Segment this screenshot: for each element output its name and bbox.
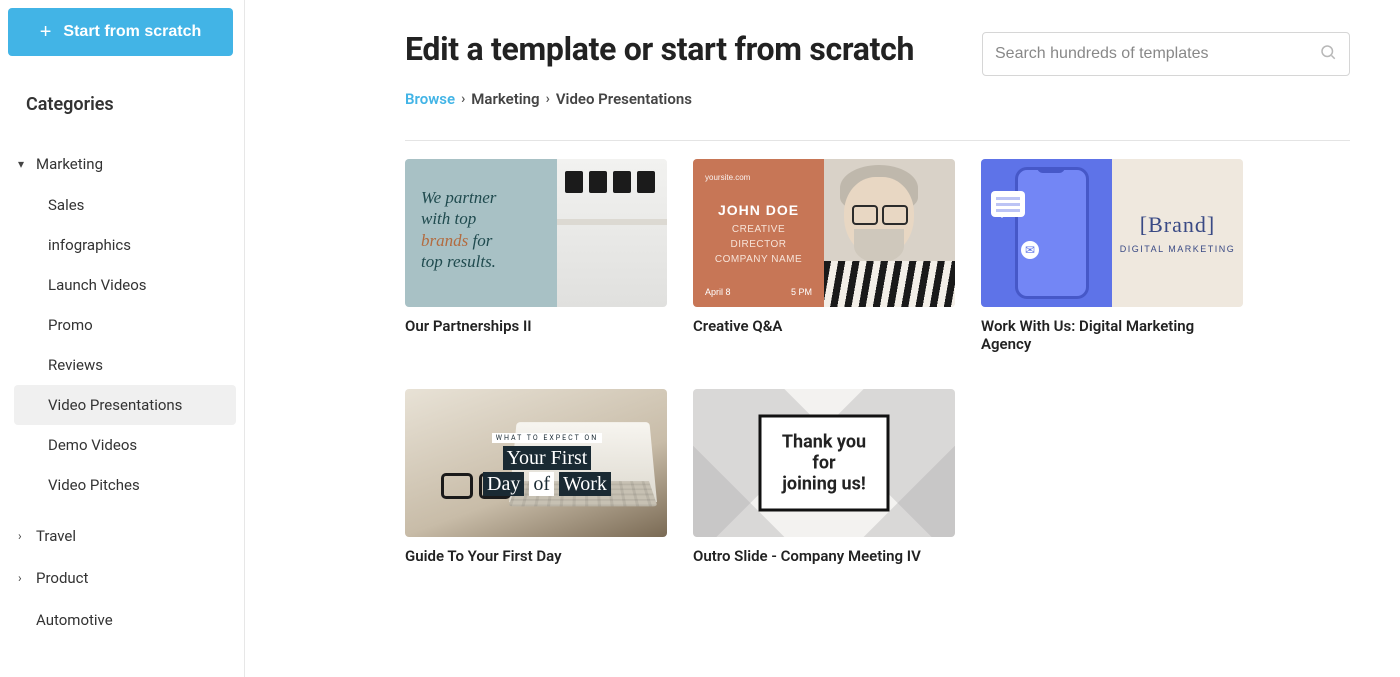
plus-icon: +: [40, 22, 52, 42]
template-title: Creative Q&A: [693, 317, 955, 335]
divider: [405, 140, 1350, 141]
category-label: Travel: [36, 527, 76, 545]
sidebar: + Start from scratch Categories ▾ Market…: [0, 0, 245, 677]
subcategory-video-pitches[interactable]: Video Pitches: [14, 465, 236, 505]
marketing-subcategories: Sales infographics Launch Videos Promo R…: [8, 185, 236, 505]
search-field-wrap[interactable]: [982, 32, 1350, 76]
breadcrumb-browse[interactable]: Browse: [405, 90, 455, 108]
header-row: Edit a template or start from scratch: [405, 30, 1350, 76]
chevron-right-icon: ›: [546, 91, 550, 107]
template-thumbnail: ✉ [Brand] DIGITAL MARKETING: [981, 159, 1243, 307]
category-label: Marketing: [36, 155, 103, 173]
subcategory-promo[interactable]: Promo: [14, 305, 236, 345]
template-title: Our Partnerships II: [405, 317, 667, 335]
page-title: Edit a template or start from scratch: [405, 30, 914, 68]
breadcrumb-marketing[interactable]: Marketing: [471, 90, 539, 108]
chevron-down-icon: ▾: [18, 157, 36, 171]
template-title: Work With Us: Digital Marketing Agency: [981, 317, 1243, 353]
breadcrumb: Browse › Marketing › Video Presentations: [405, 90, 1350, 108]
chevron-right-icon: ›: [18, 529, 36, 543]
categories-heading: Categories: [8, 86, 236, 123]
main-content: Edit a template or start from scratch Br…: [245, 0, 1400, 677]
template-title: Guide To Your First Day: [405, 547, 667, 565]
template-card[interactable]: ✉ [Brand] DIGITAL MARKETING Work With Us…: [981, 159, 1243, 353]
start-from-scratch-button[interactable]: + Start from scratch: [8, 8, 233, 56]
template-thumbnail: Thank you for joining us!: [693, 389, 955, 537]
search-input[interactable]: [995, 45, 1319, 63]
breadcrumb-current: Video Presentations: [556, 90, 692, 108]
template-thumbnail: yoursite.com JOHN DOE CREATIVE DIRECTOR …: [693, 159, 955, 307]
template-grid: We partner with top brands for top resul…: [405, 159, 1350, 565]
category-travel[interactable]: › Travel: [8, 515, 236, 557]
subcategory-video-presentations[interactable]: Video Presentations: [14, 385, 236, 425]
category-marketing[interactable]: ▾ Marketing: [8, 143, 236, 185]
category-automotive[interactable]: › Automotive: [8, 599, 236, 641]
chevron-right-icon: ›: [461, 91, 465, 107]
category-label: Automotive: [36, 611, 113, 629]
subcategory-reviews[interactable]: Reviews: [14, 345, 236, 385]
subcategory-sales[interactable]: Sales: [14, 185, 236, 225]
template-card[interactable]: WHAT TO EXPECT ON Your First Day of Work…: [405, 389, 667, 565]
template-card[interactable]: We partner with top brands for top resul…: [405, 159, 667, 353]
template-card[interactable]: yoursite.com JOHN DOE CREATIVE DIRECTOR …: [693, 159, 955, 353]
template-title: Outro Slide - Company Meeting IV: [693, 547, 955, 565]
template-thumbnail: We partner with top brands for top resul…: [405, 159, 667, 307]
subcategory-infographics[interactable]: infographics: [14, 225, 236, 265]
chevron-right-icon: ›: [18, 571, 36, 585]
search-icon: [1319, 43, 1337, 65]
category-product[interactable]: › Product: [8, 557, 236, 599]
template-thumbnail: WHAT TO EXPECT ON Your First Day of Work: [405, 389, 667, 537]
subcategory-demo-videos[interactable]: Demo Videos: [14, 425, 236, 465]
subcategory-launch-videos[interactable]: Launch Videos: [14, 265, 236, 305]
template-card[interactable]: Thank you for joining us! Outro Slide - …: [693, 389, 955, 565]
start-label: Start from scratch: [63, 23, 201, 41]
category-label: Product: [36, 569, 88, 587]
